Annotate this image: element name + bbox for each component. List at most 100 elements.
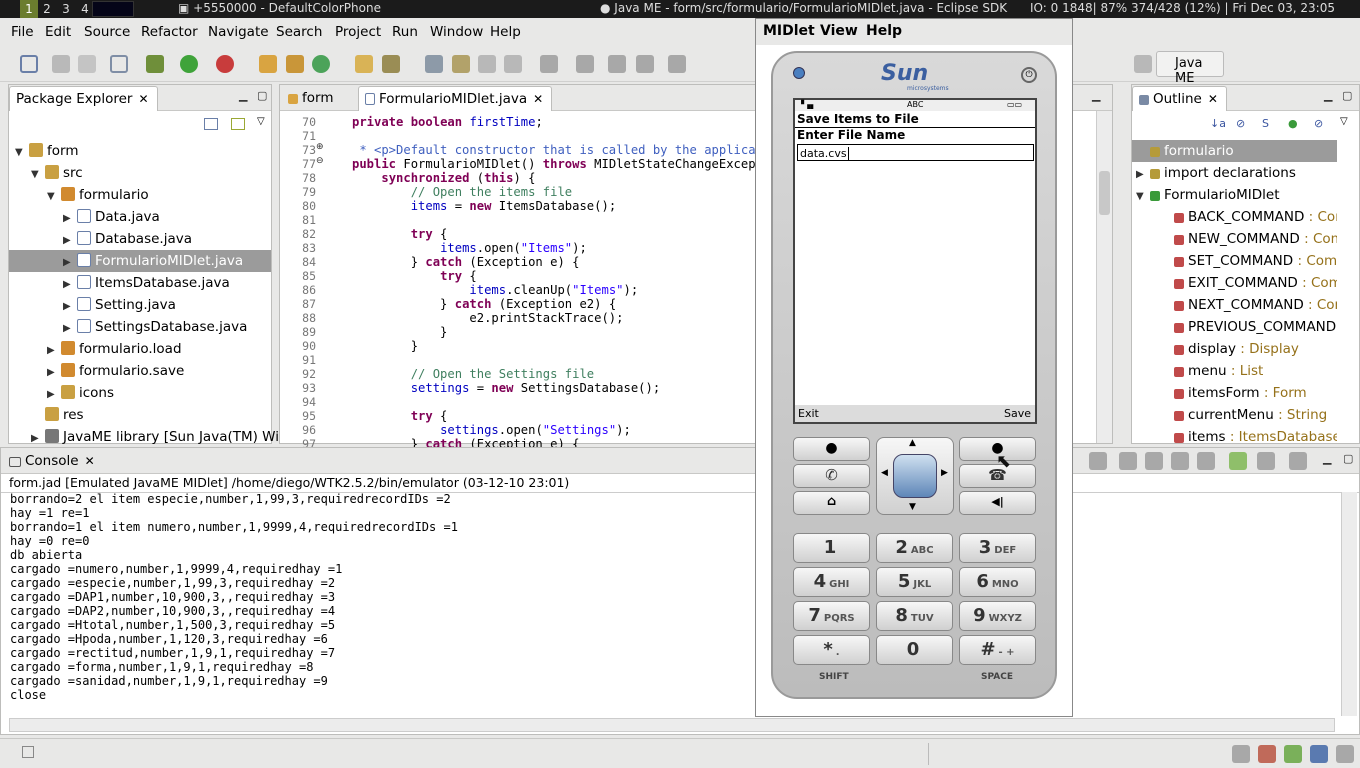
perspective-java-me[interactable]: Java ME <box>1156 51 1224 86</box>
maximize-icon[interactable]: ▢ <box>1342 89 1352 102</box>
menu-refactor[interactable]: Refactor <box>141 24 198 40</box>
debug-icon[interactable] <box>146 55 164 73</box>
tree-item[interactable]: ▶ Database.java <box>9 228 271 250</box>
outline-item[interactable]: NEXT_COMMAND : Comr <box>1132 294 1337 316</box>
expanded-icon[interactable]: ▼ <box>31 164 45 186</box>
console-hscroll[interactable] <box>9 718 1335 732</box>
run-icon[interactable] <box>180 55 198 73</box>
outline-item[interactable]: PREVIOUS_COMMAND : <box>1132 316 1337 338</box>
keypad-key[interactable]: 6 MNO <box>959 567 1036 597</box>
menu-search[interactable]: Search <box>276 24 322 40</box>
tree-item[interactable]: ▶ Data.java <box>9 206 271 228</box>
tree-item[interactable]: ▼ src <box>9 162 271 184</box>
task-emulator[interactable]: ▣ +5550000 - DefaultColorPhone <box>178 1 381 15</box>
outline-item[interactable]: formulario <box>1132 140 1337 162</box>
outline-item[interactable]: itemsForm : Form <box>1132 382 1337 404</box>
outline-item[interactable]: ▶ import declarations <box>1132 162 1337 184</box>
keypad-key[interactable]: *. <box>793 635 870 665</box>
new-class-icon[interactable] <box>312 55 330 73</box>
tab-package-explorer[interactable]: Package Explorer ✕ <box>9 86 158 111</box>
wtk-icon[interactable] <box>110 55 128 73</box>
menu-source[interactable]: Source <box>84 24 130 40</box>
outline-item[interactable]: ▼ FormularioMIDlet <box>1132 184 1337 206</box>
pin-console-icon[interactable] <box>1197 452 1215 470</box>
fold-expand-icon[interactable]: ⊕ <box>316 142 324 152</box>
new-package-icon[interactable] <box>286 55 304 73</box>
tree-item[interactable]: res <box>9 404 271 426</box>
save-icon[interactable] <box>52 55 70 73</box>
outline-item[interactable]: BACK_COMMAND : Comm <box>1132 206 1337 228</box>
next-annotation-icon[interactable] <box>540 55 558 73</box>
maximize-icon[interactable]: ▢ <box>257 89 267 102</box>
collapsed-icon[interactable]: ▶ <box>63 252 77 274</box>
tree-item[interactable]: ▶ ItemsDatabase.java <box>9 272 271 294</box>
dpad-right-icon[interactable]: ▶ <box>941 468 948 478</box>
outline-item[interactable]: SET_COMMAND : Comm <box>1132 250 1337 272</box>
minimize-icon[interactable]: ▁ <box>239 89 247 102</box>
editor-scrollbar[interactable] <box>1096 111 1112 443</box>
forward-icon[interactable] <box>668 55 686 73</box>
new-console-icon[interactable] <box>1289 452 1307 470</box>
clear-console-icon[interactable] <box>1145 452 1163 470</box>
tree-item[interactable]: ▼ formulario <box>9 184 271 206</box>
hide-nonpublic-icon[interactable]: ● <box>1288 117 1298 130</box>
fold-collapse-icon[interactable]: ⊖ <box>316 156 324 166</box>
close-icon[interactable]: ✕ <box>1208 92 1218 106</box>
editor-scroll-thumb[interactable] <box>1099 171 1110 215</box>
console-maximize-icon[interactable]: ▢ <box>1343 452 1353 465</box>
keypad-key[interactable]: 2 ABC <box>876 533 953 563</box>
keypad-key[interactable]: 4 GHI <box>793 567 870 597</box>
show-whitespace-icon[interactable] <box>504 55 522 73</box>
emu-menu-midlet[interactable]: MIDlet <box>763 23 815 39</box>
collapsed-icon[interactable]: ▶ <box>63 208 77 230</box>
emu-menu-view[interactable]: View <box>820 23 858 39</box>
collapsed-icon[interactable]: ▶ <box>63 318 77 340</box>
outline-item[interactable]: display : Display <box>1132 338 1337 360</box>
console-vscroll[interactable] <box>1341 492 1357 716</box>
keypad-key[interactable]: 5 JKL <box>876 567 953 597</box>
keypad-key[interactable]: # - + <box>959 635 1036 665</box>
emu-menu-help[interactable]: Help <box>866 23 902 39</box>
keypad-key[interactable]: 7 PQRS <box>793 601 870 631</box>
tab-formulariomidlet[interactable]: FormularioMIDlet.java ✕ <box>358 86 553 111</box>
fast-view-icon[interactable] <box>22 746 34 758</box>
collapsed-icon[interactable]: ▶ <box>47 362 61 384</box>
close-icon[interactable]: ✕ <box>85 454 95 468</box>
close-tab-icon[interactable]: ✕ <box>533 92 543 106</box>
hide-fields-icon[interactable]: ⊘ <box>1236 117 1245 130</box>
menu-file[interactable]: File <box>11 24 34 40</box>
collapsed-icon[interactable]: ▶ <box>47 384 61 406</box>
tree-item[interactable]: ▶ SettingsDatabase.java <box>9 316 271 338</box>
scroll-lock-icon[interactable] <box>1171 452 1189 470</box>
search-icon[interactable] <box>382 55 400 73</box>
left-softkey-button[interactable]: ● <box>793 437 870 461</box>
expanded-icon[interactable]: ▼ <box>47 186 61 208</box>
filename-input[interactable]: data.cvs <box>797 144 1034 161</box>
keypad-key[interactable]: 3 DEF <box>959 533 1036 563</box>
clear-button[interactable]: ◀| <box>959 491 1036 515</box>
block-icon[interactable] <box>478 55 496 73</box>
menu-project[interactable]: Project <box>335 24 381 40</box>
toggle-icon[interactable]: ▶ <box>1136 164 1150 184</box>
open-type-icon[interactable] <box>355 55 373 73</box>
outline-item[interactable]: items : ItemsDatabase <box>1132 426 1337 448</box>
task-eclipse[interactable]: ● Java ME - form/src/formulario/Formular… <box>600 1 1007 15</box>
dpad-left-icon[interactable]: ◀ <box>881 468 888 478</box>
tree-item[interactable]: ▶ Setting.java <box>9 294 271 316</box>
tree-item[interactable]: ▶ icons <box>9 382 271 404</box>
keypad-key[interactable]: 8 TUV <box>876 601 953 631</box>
keypad-key[interactable]: 0 <box>876 635 953 665</box>
display-console-icon[interactable] <box>1229 452 1247 470</box>
keypad-key[interactable]: 9 WXYZ <box>959 601 1036 631</box>
back-icon[interactable] <box>636 55 654 73</box>
tab-console[interactable]: Console ✕ <box>3 449 103 474</box>
print-icon[interactable] <box>78 55 96 73</box>
tree-item[interactable]: ▶ FormularioMIDlet.java <box>9 250 271 272</box>
tab-form[interactable]: form <box>282 86 341 111</box>
call-button[interactable]: ✆ <box>793 464 870 488</box>
outline-item[interactable]: currentMenu : String <box>1132 404 1337 426</box>
tree-item[interactable]: ▼ form <box>9 140 271 162</box>
dpad[interactable]: ▲ ▼ ◀ ▶ <box>876 437 954 515</box>
dpad-down-icon[interactable]: ▼ <box>909 502 916 512</box>
editor-minimize-icon[interactable]: ▁ <box>1092 89 1100 102</box>
